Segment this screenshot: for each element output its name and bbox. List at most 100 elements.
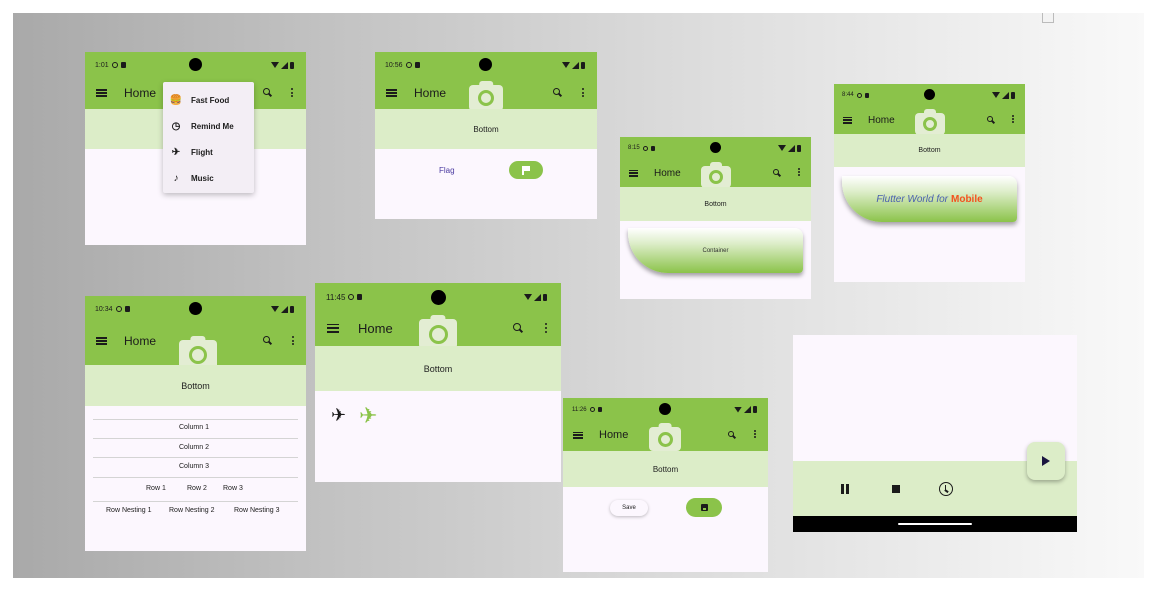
bottom-bar: Bottom (315, 346, 561, 391)
column-cell: Column 3 (179, 463, 209, 470)
page-title: Home (124, 86, 157, 100)
bottom-bar: Bottom (620, 187, 811, 221)
status-bar: 8:44 (834, 84, 1025, 106)
gradient-container: Container (628, 228, 803, 273)
camera-icon[interactable] (915, 113, 945, 135)
status-bar: 1:01 (85, 52, 306, 78)
row-nesting-cell: Row Nesting 1 (106, 507, 152, 514)
divider (93, 419, 298, 420)
search-icon[interactable] (513, 323, 521, 331)
bottom-bar: Bottom (85, 365, 306, 406)
column-cell: Column 1 (179, 424, 209, 431)
save-button[interactable]: Save (610, 500, 648, 516)
flag-button[interactable] (509, 161, 543, 179)
menu-icon[interactable] (96, 337, 107, 345)
bottom-label: Bottom (423, 363, 453, 374)
camera-cutout (189, 302, 202, 315)
status-bar: 10:56 (375, 52, 597, 78)
status-bar: 10:34 (85, 296, 306, 322)
camera-cutout (431, 290, 446, 305)
more-vert-icon[interactable] (582, 88, 584, 97)
more-vert-icon[interactable] (798, 168, 800, 176)
play-icon (1042, 456, 1050, 466)
divider (93, 438, 298, 439)
clock-icon[interactable] (939, 482, 953, 496)
flag-text-button[interactable]: Flag (439, 166, 455, 175)
status-bar: 8:15 (620, 137, 811, 159)
status-time: 8:15 (628, 145, 640, 151)
window-control-icon[interactable] (1042, 13, 1054, 23)
divider (93, 501, 298, 502)
more-vert-icon[interactable] (754, 430, 756, 438)
stop-icon[interactable] (892, 485, 900, 493)
status-time: 10:34 (95, 305, 113, 313)
phone-flag-buttons: 10:56 Home Bottom Flag (375, 52, 597, 219)
search-icon[interactable] (263, 336, 270, 343)
save-icon (700, 504, 708, 511)
row-nesting-cell: Row Nesting 3 (234, 507, 280, 514)
menu-item-flight[interactable]: ✈ Flight (163, 144, 254, 160)
menu-item-label: Remind Me (191, 121, 234, 131)
phone-flight-icons: 11:45 Home Bottom ✈ ✈ (315, 283, 561, 482)
flutter-world-banner: Flutter World for Mobile (842, 176, 1017, 222)
camera-icon[interactable] (419, 319, 457, 349)
status-time: 8:44 (842, 92, 854, 98)
system-nav-bar (793, 516, 1077, 532)
container-label: Container (702, 247, 729, 254)
home-indicator[interactable] (898, 523, 972, 525)
phone-flutter-world: 8:44 Home Bottom Flutter World for Mobil… (834, 84, 1025, 282)
page-title: Home (414, 86, 447, 100)
save-icon-button[interactable] (686, 498, 722, 517)
menu-icon[interactable] (96, 89, 107, 97)
menu-item-fast-food[interactable]: 🍔 Fast Food (163, 92, 254, 108)
status-time: 10:56 (385, 61, 403, 69)
bottom-label: Bottom (704, 200, 727, 208)
status-bar: 11:45 (315, 283, 561, 311)
flag-icon (522, 166, 530, 175)
bottom-bar: Bottom (834, 134, 1025, 167)
search-icon[interactable] (987, 116, 993, 122)
row-cell: Row 1 (146, 485, 166, 492)
page-title: Home (654, 167, 681, 179)
pause-icon[interactable] (841, 484, 849, 494)
bottom-label: Bottom (652, 464, 679, 474)
camera-icon[interactable] (701, 166, 731, 188)
menu-icon[interactable] (573, 431, 583, 439)
bottom-label: Bottom (181, 380, 210, 391)
search-icon[interactable] (728, 431, 734, 437)
menu-icon[interactable] (629, 169, 638, 177)
camera-cutout (479, 58, 492, 71)
popup-menu: 🍔 Fast Food ◷ Remind Me ✈ Flight ♪ Music (163, 82, 254, 193)
phone-save-buttons: 11:26 Home Bottom Save (563, 398, 768, 572)
page-title: Home (868, 114, 895, 126)
more-vert-icon[interactable] (291, 88, 293, 97)
menu-item-label: Flight (191, 147, 213, 157)
menu-item-label: Fast Food (191, 95, 230, 105)
camera-icon[interactable] (649, 427, 681, 451)
more-vert-icon[interactable] (1012, 115, 1014, 123)
menu-icon[interactable] (843, 116, 852, 124)
page-title: Home (124, 334, 157, 348)
camera-cutout (710, 142, 721, 153)
camera-icon[interactable] (469, 85, 503, 111)
search-icon[interactable] (553, 88, 560, 95)
flutter-world-text: Flutter World for (876, 193, 948, 205)
bottom-bar: Bottom (375, 109, 597, 149)
phone-popup-menu: 1:01 Home 🍔 Fast Food ◷ Remind Me ✈ Flig… (85, 52, 306, 245)
row-cell: Row 2 (187, 485, 207, 492)
menu-item-music[interactable]: ♪ Music (163, 170, 254, 186)
audio-player (793, 335, 1077, 532)
camera-cutout (659, 403, 671, 415)
bottom-bar: Bottom (563, 451, 768, 487)
row-cell: Row 3 (223, 485, 243, 492)
play-button[interactable] (1027, 442, 1065, 480)
menu-icon[interactable] (327, 323, 339, 333)
bottom-label: Bottom (473, 124, 499, 134)
menu-icon[interactable] (386, 89, 397, 97)
more-vert-icon[interactable] (545, 323, 547, 333)
search-icon[interactable] (773, 169, 779, 175)
menu-item-remind-me[interactable]: ◷ Remind Me (163, 118, 254, 134)
more-vert-icon[interactable] (292, 336, 294, 345)
bottom-label: Bottom (918, 147, 941, 154)
search-icon[interactable] (263, 88, 270, 95)
